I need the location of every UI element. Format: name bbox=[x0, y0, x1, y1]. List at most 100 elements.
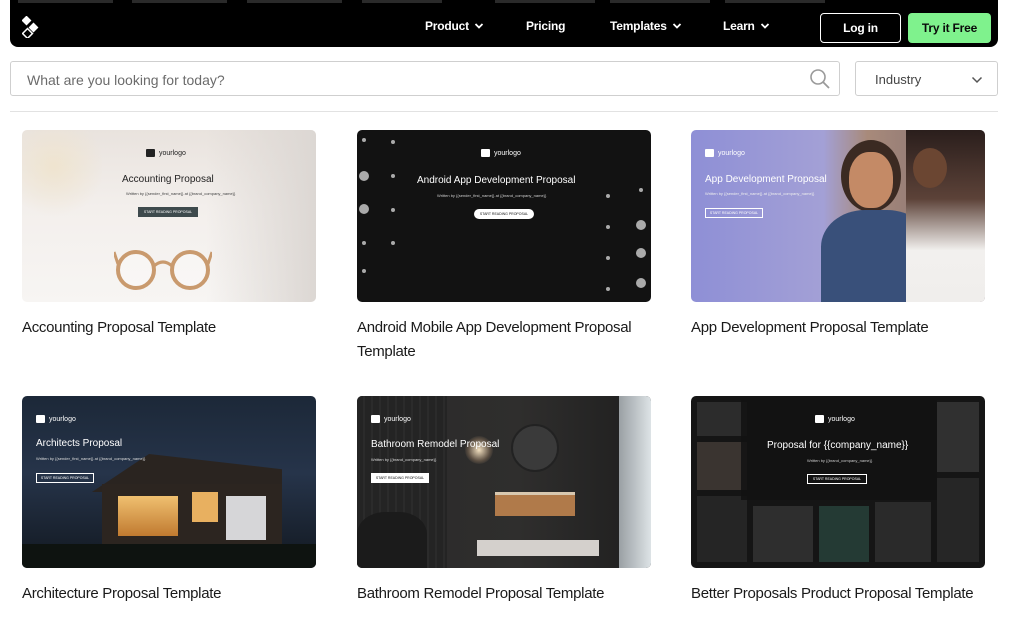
template-title[interactable]: Accounting Proposal Template bbox=[22, 316, 316, 340]
search-bar bbox=[10, 61, 840, 96]
preview-heading: App Development Proposal bbox=[705, 174, 827, 185]
bathtub bbox=[357, 512, 427, 568]
nav-edge-shadow bbox=[132, 0, 227, 3]
template-thumbnail[interactable]: yourlogo Android App Development Proposa… bbox=[357, 130, 651, 302]
bath-rug bbox=[477, 540, 599, 556]
nav-pricing-label: Pricing bbox=[526, 19, 566, 33]
round-mirror bbox=[511, 424, 559, 472]
template-title[interactable]: Android Mobile App Development Proposal … bbox=[357, 316, 651, 364]
template-title[interactable]: App Development Proposal Template bbox=[691, 316, 985, 340]
chevron-down-icon bbox=[760, 23, 769, 29]
template-thumbnail[interactable]: yourlogo App Development Proposal Writte… bbox=[691, 130, 985, 302]
preview-logo-text: yourlogo bbox=[159, 149, 186, 157]
template-card[interactable]: yourlogo App Development Proposal Writte… bbox=[691, 130, 985, 340]
industry-select-label: Industry bbox=[875, 72, 922, 87]
preview-start-button: START READING PROPOSAL bbox=[705, 208, 763, 218]
logo-mark-icon bbox=[481, 149, 490, 157]
preview-heading: Android App Development Proposal bbox=[417, 175, 576, 186]
template-title[interactable]: Bathroom Remodel Proposal Template bbox=[357, 582, 651, 606]
house-wall bbox=[226, 496, 266, 540]
collage-tile bbox=[937, 402, 979, 472]
preview-written-by: Written by {{brand_company_name}} bbox=[807, 458, 873, 463]
nav-edge-shadow bbox=[362, 0, 442, 3]
collage-tile bbox=[875, 502, 931, 562]
preview-heading: Accounting Proposal bbox=[122, 174, 214, 185]
search-icon[interactable] bbox=[809, 68, 831, 90]
nav-product-label: Product bbox=[425, 19, 469, 33]
preview-written-by: Written by {{sender_first_name}} at {{br… bbox=[705, 191, 815, 196]
background-shade bbox=[206, 130, 316, 302]
login-button[interactable]: Log in bbox=[820, 13, 901, 43]
collage-tile bbox=[697, 442, 747, 490]
template-thumbnail[interactable]: yourlogo Accounting Proposal Written by … bbox=[22, 130, 316, 302]
vanity-cabinet bbox=[495, 492, 575, 516]
template-thumbnail[interactable]: yourlogo Bathroom Remodel Proposal Writt… bbox=[357, 396, 651, 568]
template-card[interactable]: yourlogo Accounting Proposal Written by … bbox=[22, 130, 316, 340]
template-card[interactable]: yourlogo Architects Proposal Written by … bbox=[22, 396, 316, 606]
collage-tile bbox=[753, 506, 813, 562]
nav-templates-label: Templates bbox=[610, 19, 667, 33]
person-face bbox=[849, 152, 893, 208]
template-title[interactable]: Better Proposals Product Proposal Templa… bbox=[691, 582, 985, 606]
template-thumbnail[interactable]: yourlogo Proposal for {{company_name}} W… bbox=[691, 396, 985, 568]
nav-edge-shadow bbox=[610, 0, 710, 3]
try-free-button[interactable]: Try it Free bbox=[908, 13, 991, 43]
second-person-face bbox=[913, 148, 947, 188]
preview-start-button: START READING PROPOSAL bbox=[807, 474, 867, 484]
preview-logo: yourlogo bbox=[146, 149, 186, 157]
house-window bbox=[118, 496, 178, 536]
preview-written-by: Written by {{sender_first_name}} at {{br… bbox=[437, 193, 547, 198]
preview-start-button: START READING PROPOSAL bbox=[138, 207, 198, 217]
collage-tile bbox=[819, 506, 869, 562]
preview-start-button: START READING PROPOSAL bbox=[371, 473, 429, 483]
preview-start-button: START READING PROPOSAL bbox=[474, 209, 534, 219]
template-card[interactable]: yourlogo Bathroom Remodel Proposal Writt… bbox=[357, 396, 651, 606]
logo-mark-icon bbox=[705, 149, 714, 157]
preview-logo-text: yourlogo bbox=[494, 149, 521, 157]
preview-logo-text: yourlogo bbox=[49, 415, 76, 423]
template-card[interactable]: yourlogo Android App Development Proposa… bbox=[357, 130, 651, 364]
divider bbox=[10, 111, 998, 112]
chevron-down-icon bbox=[672, 23, 681, 29]
nav-product[interactable]: Product bbox=[425, 19, 484, 33]
collage-tile bbox=[697, 496, 747, 562]
preview-logo-text: yourlogo bbox=[718, 149, 745, 157]
nav-learn[interactable]: Learn bbox=[723, 19, 770, 33]
nav-edge-shadow bbox=[247, 0, 342, 3]
preview-written-by: Written by {{sender_first_name}} at {{br… bbox=[126, 191, 236, 196]
glasses-image bbox=[114, 250, 212, 290]
preview-written-by: Written by {{sender_first_name}} at {{br… bbox=[36, 456, 146, 461]
template-card[interactable]: yourlogo Proposal for {{company_name}} W… bbox=[691, 396, 985, 606]
logo-mark-icon bbox=[36, 415, 45, 423]
search-input[interactable] bbox=[27, 70, 787, 90]
window bbox=[619, 396, 651, 568]
template-thumbnail[interactable]: yourlogo Architects Proposal Written by … bbox=[22, 396, 316, 568]
collage-tile bbox=[697, 402, 747, 436]
nav-learn-label: Learn bbox=[723, 19, 755, 33]
nav-pricing[interactable]: Pricing bbox=[526, 19, 565, 33]
preview-logo-text: yourlogo bbox=[384, 415, 411, 423]
preview-heading: Proposal for {{company_name}} bbox=[767, 440, 909, 451]
house-window bbox=[192, 492, 218, 522]
preview-logo: yourlogo bbox=[36, 415, 76, 423]
preview-logo: yourlogo bbox=[481, 149, 521, 157]
nav-edge-shadow bbox=[725, 0, 825, 3]
logo-mark-icon bbox=[146, 149, 155, 157]
preview-heading: Architects Proposal bbox=[36, 438, 123, 449]
nav-edge-shadow bbox=[18, 0, 113, 3]
nav-edge-shadow bbox=[495, 0, 595, 3]
logo-mark-icon bbox=[815, 415, 824, 423]
ground bbox=[22, 544, 316, 568]
template-title[interactable]: Architecture Proposal Template bbox=[22, 582, 316, 606]
industry-select[interactable]: Industry bbox=[855, 61, 998, 96]
chevron-down-icon bbox=[474, 23, 484, 29]
logo-mark-icon bbox=[371, 415, 380, 423]
chevron-down-icon bbox=[971, 76, 983, 84]
preview-logo: yourlogo bbox=[705, 149, 745, 157]
nav-templates[interactable]: Templates bbox=[610, 19, 682, 33]
preview-logo: yourlogo bbox=[815, 415, 855, 423]
preview-logo-text: yourlogo bbox=[828, 415, 855, 423]
preview-heading: Bathroom Remodel Proposal bbox=[371, 439, 500, 450]
brand-logo-icon[interactable] bbox=[22, 16, 40, 38]
top-navigation: Product Pricing Templates Learn Log in T… bbox=[10, 0, 998, 47]
